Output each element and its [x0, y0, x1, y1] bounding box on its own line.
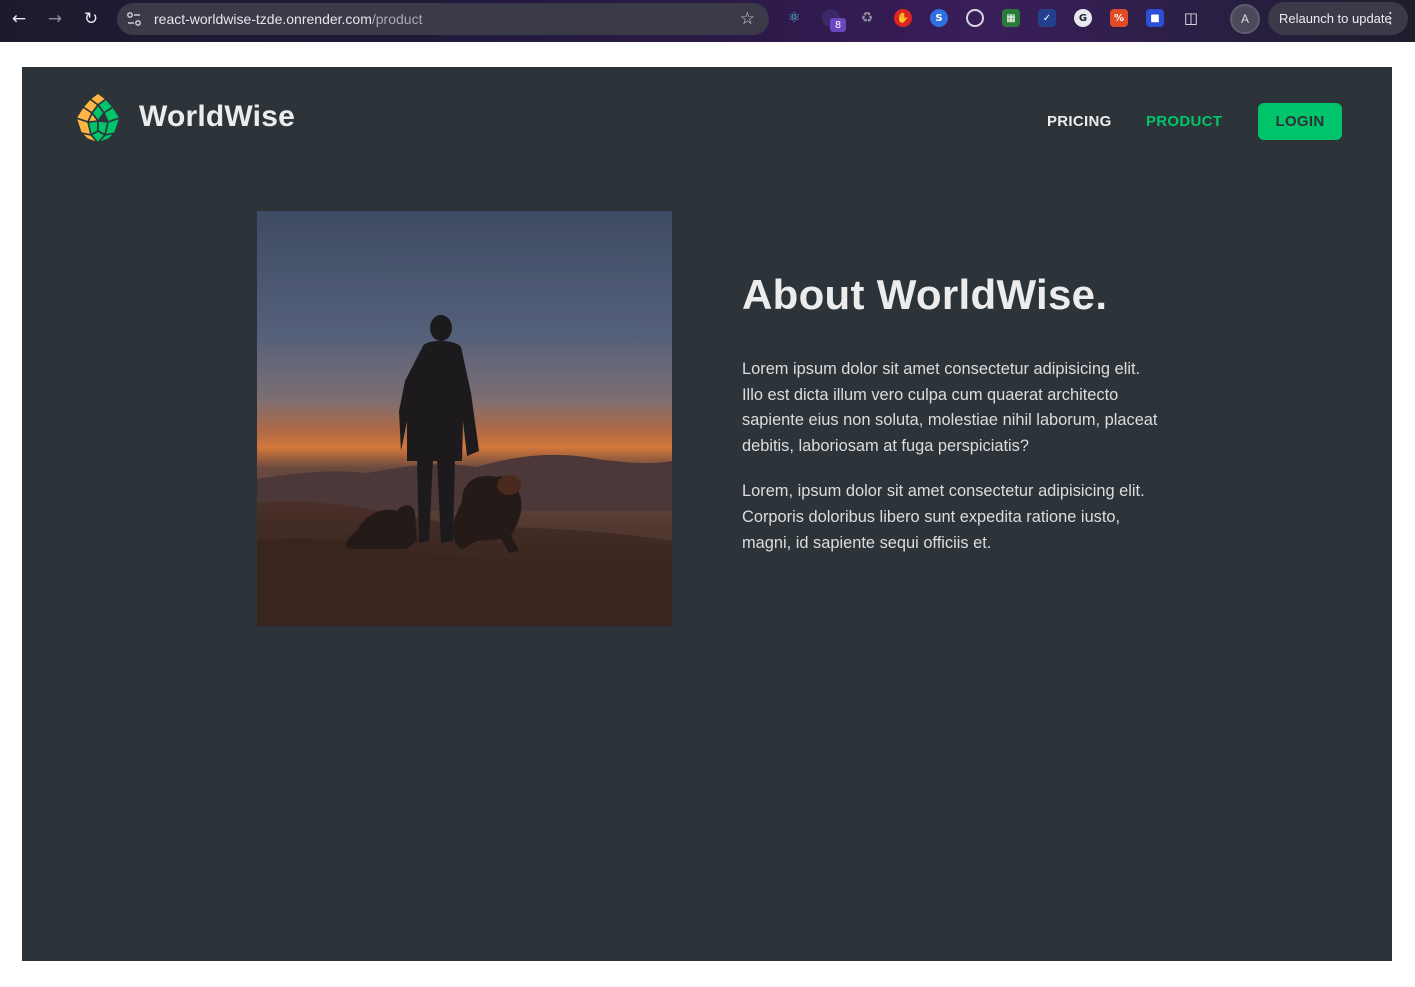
chat-icon[interactable]: ■: [1146, 9, 1164, 27]
url-host: react-worldwise-tzde.onrender.com: [154, 11, 372, 27]
paragraph-1: Lorem ipsum dolor sit amet consectetur a…: [742, 360, 1158, 455]
react-devtools-icon[interactable]: ⚛: [785, 9, 803, 27]
adblock-icon[interactable]: ✋: [894, 9, 912, 27]
forward-icon[interactable]: →: [42, 6, 68, 32]
url-path: /product: [371, 11, 423, 27]
site-info-icon[interactable]: [126, 11, 142, 27]
paragraph-2: Lorem, ipsum dolor sit amet consectetur …: [742, 482, 1145, 552]
relaunch-button[interactable]: Relaunch to update ⋮: [1268, 2, 1408, 35]
translate-icon[interactable]: S: [930, 9, 948, 27]
browser-toolbar: ← → ↻ react-worldwise-tzde.onrender.com/…: [0, 0, 1415, 42]
more-menu-icon[interactable]: ⋮: [1383, 9, 1398, 27]
sheet-icon[interactable]: ▦: [1002, 9, 1020, 27]
nav-product-link[interactable]: PRODUCT: [1146, 113, 1222, 130]
recycle-icon[interactable]: ♻: [858, 9, 876, 27]
about-section: About WorldWise. Lorem ipsum dolor sit a…: [742, 269, 1162, 556]
logo-icon: [72, 92, 124, 145]
whatfont-icon[interactable]: G: [1074, 9, 1092, 27]
extension-badge: 8: [830, 18, 846, 32]
checkmark-icon[interactable]: ✓: [1038, 9, 1056, 27]
relaunch-label: Relaunch to update: [1279, 11, 1392, 26]
page: WorldWise PRICING PRODUCT LOGIN About Wo…: [22, 67, 1392, 961]
bookmark-star-icon[interactable]: ☆: [740, 9, 755, 29]
profile-avatar[interactable]: A: [1230, 4, 1260, 34]
back-icon[interactable]: ←: [6, 6, 32, 32]
hero-image: [257, 211, 672, 626]
brand-name: WorldWise: [139, 100, 295, 133]
page-title: About WorldWise.: [742, 271, 1108, 318]
target-icon[interactable]: [966, 9, 984, 27]
login-button[interactable]: LOGIN: [1258, 103, 1342, 140]
extensions-puzzle-icon[interactable]: ◫: [1182, 9, 1200, 27]
address-bar[interactable]: react-worldwise-tzde.onrender.com/produc…: [117, 3, 769, 35]
reload-icon[interactable]: ↻: [78, 6, 104, 32]
pdf-icon[interactable]: %: [1110, 9, 1128, 27]
url-text[interactable]: react-worldwise-tzde.onrender.com/produc…: [154, 11, 422, 27]
nav-pricing-link[interactable]: PRICING: [1047, 113, 1112, 130]
logo-link[interactable]: WorldWise: [71, 91, 295, 145]
